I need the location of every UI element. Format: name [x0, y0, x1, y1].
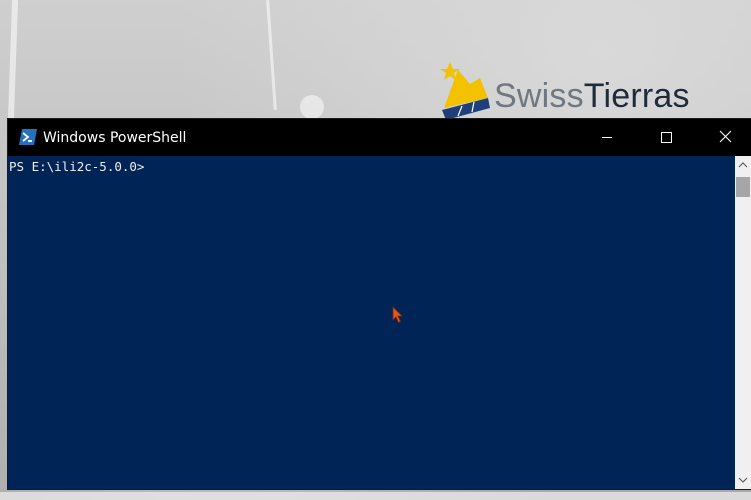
vertical-scrollbar[interactable]	[735, 156, 751, 489]
scroll-down-arrow-icon[interactable]	[735, 471, 751, 489]
close-button[interactable]	[702, 119, 751, 156]
mouse-pointer-icon	[392, 306, 403, 324]
swisstierras-logo: SwissTierras	[440, 58, 740, 120]
powershell-icon	[19, 129, 37, 145]
logo-wordmark: SwissTierras	[494, 76, 690, 116]
scrollbar-thumb[interactable]	[736, 177, 750, 197]
star-tile-logo-icon	[440, 62, 490, 120]
close-icon	[719, 130, 732, 143]
wallpaper-sketch-line	[266, 0, 277, 110]
desktop-wallpaper: SwissTierras Windows PowerShell PS E:\il…	[0, 0, 751, 500]
powershell-window[interactable]: Windows PowerShell PS E:\ili2c-5.0.0>	[8, 119, 751, 489]
logo-text-swiss: Swiss	[494, 77, 584, 115]
window-title: Windows PowerShell	[43, 130, 187, 146]
console-prompt: PS E:\ili2c-5.0.0>	[9, 159, 145, 174]
maximize-icon	[661, 132, 672, 143]
logo-text-tierras: Tierras	[583, 77, 690, 115]
scroll-up-arrow-icon[interactable]	[735, 156, 751, 174]
maximize-button[interactable]	[643, 119, 689, 156]
wallpaper-sketch-tree	[300, 95, 324, 119]
window-titlebar[interactable]: Windows PowerShell	[8, 119, 751, 156]
minimize-button[interactable]	[584, 119, 630, 156]
minimize-icon	[602, 137, 612, 138]
wallpaper-sketch-line	[7, 0, 19, 121]
console-output-area[interactable]: PS E:\ili2c-5.0.0>	[8, 156, 735, 489]
wallpaper-ground-strip	[0, 492, 751, 500]
